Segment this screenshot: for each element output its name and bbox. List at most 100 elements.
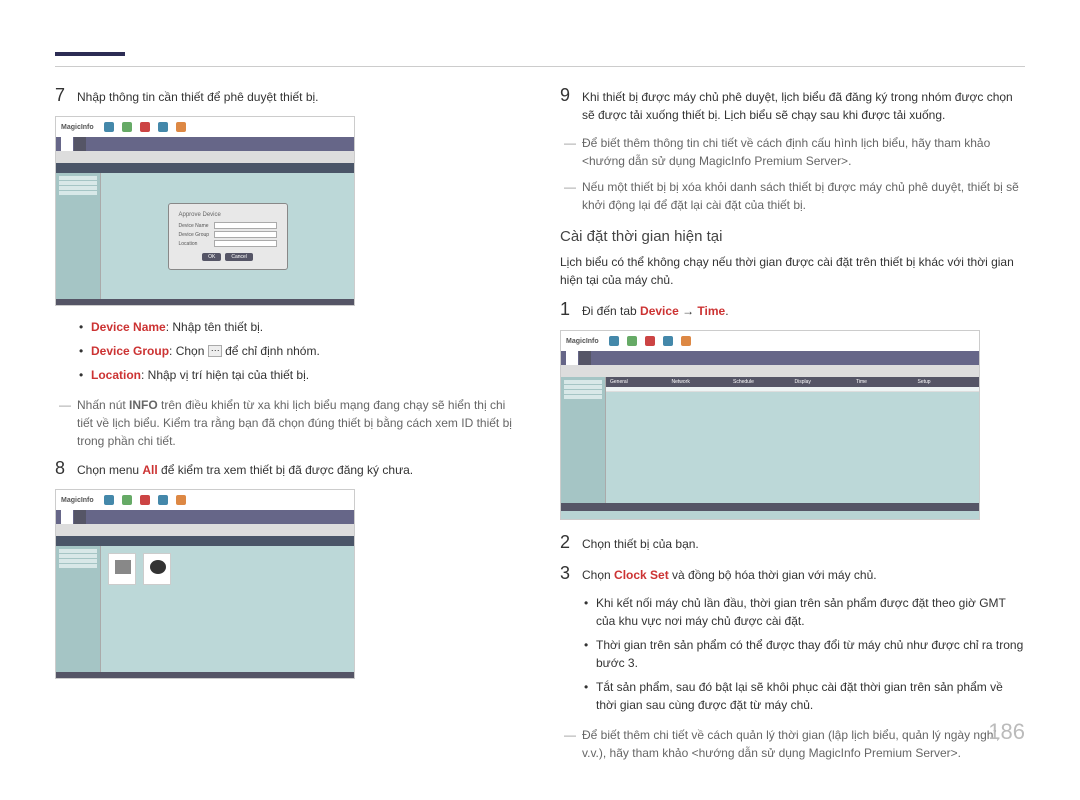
ss-table-header: General Network Schedule Display Time Se… xyxy=(606,377,979,387)
ss-body xyxy=(56,546,354,672)
bullet-item: Device Name: Nhập tên thiết bị. xyxy=(77,318,520,336)
step-text-part: . xyxy=(725,304,728,318)
ss-nav-icon xyxy=(681,336,691,346)
ss-sidebar xyxy=(56,173,101,299)
ss-side-item xyxy=(564,390,602,394)
ss-tab xyxy=(566,351,578,365)
ss-toolbar xyxy=(56,151,354,163)
step-2: 2 Chọn thiết bị của bạn. xyxy=(560,532,1025,553)
step-9: 9 Khi thiết bị được máy chủ phê duyệt, l… xyxy=(560,85,1025,124)
ss-sidebar xyxy=(56,546,101,672)
ss-nav-icon xyxy=(122,122,132,132)
ss-side-item xyxy=(564,385,602,389)
ss-tab xyxy=(74,137,86,151)
ss-ok-button: OK xyxy=(202,253,221,261)
ss-device-card xyxy=(143,553,171,585)
ss-dialog-buttons: OK Cancel xyxy=(179,253,277,261)
step-text-highlight: Time xyxy=(697,304,725,318)
ss-field-input xyxy=(214,231,277,238)
ss-icon-row xyxy=(104,122,186,132)
bullet-sep: : Chọn xyxy=(169,344,208,358)
ss-app-logo: MagicInfo xyxy=(566,338,599,345)
ss-tab xyxy=(61,510,73,524)
step-number: 3 xyxy=(560,563,582,584)
step-text-part: → xyxy=(679,304,698,318)
ss-tab xyxy=(74,510,86,524)
step-text-highlight: Device xyxy=(640,304,679,318)
step-number: 9 xyxy=(560,85,582,106)
ss-th: Time xyxy=(854,379,916,385)
ss-field: Device Name xyxy=(179,222,277,229)
step-text: Chọn Clock Set và đồng bộ hóa thời gian … xyxy=(582,563,1025,584)
screenshot-time-settings: MagicInfo xyxy=(560,330,980,520)
bullet-item: Location: Nhập vị trí hiện tại của thiết… xyxy=(77,366,520,384)
ss-main xyxy=(101,546,354,672)
ss-field: Device Group xyxy=(179,231,277,238)
ss-side-item xyxy=(59,186,97,190)
note-text: Nhấn nút xyxy=(77,398,129,412)
ss-nav-icon xyxy=(104,122,114,132)
step-text-part: Đi đến tab xyxy=(582,304,640,318)
ss-field: Location xyxy=(179,240,277,247)
ss-side-item xyxy=(59,549,97,553)
bullet-text: Nhập vị trí hiện tại của thiết bị. xyxy=(148,368,309,382)
bullet-text: Nhập tên thiết bị. xyxy=(172,320,263,334)
ss-dialog-title: Approve Device xyxy=(179,212,277,218)
ss-dialog-approve: Approve Device Device Name Device Group … xyxy=(168,203,288,270)
bullet-item: Khi kết nối máy chủ lần đầu, thời gian t… xyxy=(582,594,1025,630)
note: Nếu một thiết bị bị xóa khỏi danh sách t… xyxy=(560,178,1025,214)
bullet-text: để chỉ định nhóm. xyxy=(222,344,320,358)
ss-side-item xyxy=(59,191,97,195)
subsection-heading: Cài đặt thời gian hiện tại xyxy=(560,228,1025,245)
ss-tab xyxy=(579,351,591,365)
bullet-label: Device Name xyxy=(91,320,166,334)
step-number: 1 xyxy=(560,299,582,320)
bullet-label: Location xyxy=(91,368,141,382)
ss-nav-icon xyxy=(663,336,673,346)
ss-device-card xyxy=(108,553,136,585)
ss-th: Network xyxy=(670,379,732,385)
ss-app-logo: MagicInfo xyxy=(61,497,94,504)
step-text-part: để kiểm tra xem thiết bị đã được đăng ký… xyxy=(158,463,413,477)
ss-side-item xyxy=(59,559,97,563)
ss-th: Setup xyxy=(916,379,978,385)
ss-table-row xyxy=(606,387,979,392)
ss-field-input xyxy=(214,240,277,247)
step-text: Chọn menu All để kiểm tra xem thiết bị đ… xyxy=(77,458,520,479)
ss-nav-icon xyxy=(176,122,186,132)
header-divider xyxy=(55,66,1025,67)
ss-side-item xyxy=(59,554,97,558)
ss-tab xyxy=(61,137,73,151)
ss-field-input xyxy=(214,222,277,229)
step-number: 8 xyxy=(55,458,77,479)
ss-nav-icon xyxy=(176,495,186,505)
ss-toolbar xyxy=(561,365,979,377)
bullet-label: Device Group xyxy=(91,344,169,358)
ellipsis-icon xyxy=(208,345,222,357)
ss-side-item xyxy=(59,564,97,568)
left-column: 7 Nhập thông tin cần thiết để phê duyệt … xyxy=(55,50,520,770)
ss-tabs xyxy=(56,510,354,524)
page-content: 7 Nhập thông tin cần thiết để phê duyệt … xyxy=(0,0,1080,800)
note: Để biết thêm chi tiết về cách quản lý th… xyxy=(560,726,1025,762)
ss-device-grid xyxy=(106,551,349,590)
ss-body: General Network Schedule Display Time Se… xyxy=(561,377,979,503)
ss-footer xyxy=(56,299,354,306)
step-text-part: và đồng bộ hóa thời gian với máy chủ. xyxy=(669,568,877,582)
ss-side-item xyxy=(564,380,602,384)
ss-tabs xyxy=(56,137,354,151)
ss-toolbar-dark xyxy=(56,163,354,173)
ss-toolbar-dark xyxy=(56,536,354,546)
step-text: Đi đến tab Device → Time. xyxy=(582,299,1025,320)
right-column: 9 Khi thiết bị được máy chủ phê duyệt, l… xyxy=(560,50,1025,770)
ss-side-item xyxy=(59,176,97,180)
ss-icon-row xyxy=(104,495,186,505)
ss-nav-icon xyxy=(140,495,150,505)
ss-nav-icon xyxy=(158,122,168,132)
step-text-part: Chọn menu xyxy=(77,463,142,477)
ss-field-label: Device Group xyxy=(179,232,214,238)
screenshot-device-approval: MagicInfo xyxy=(55,116,355,306)
ss-nav-icon xyxy=(627,336,637,346)
step-text-highlight: All xyxy=(142,463,157,477)
ss-field-label: Location xyxy=(179,241,214,247)
